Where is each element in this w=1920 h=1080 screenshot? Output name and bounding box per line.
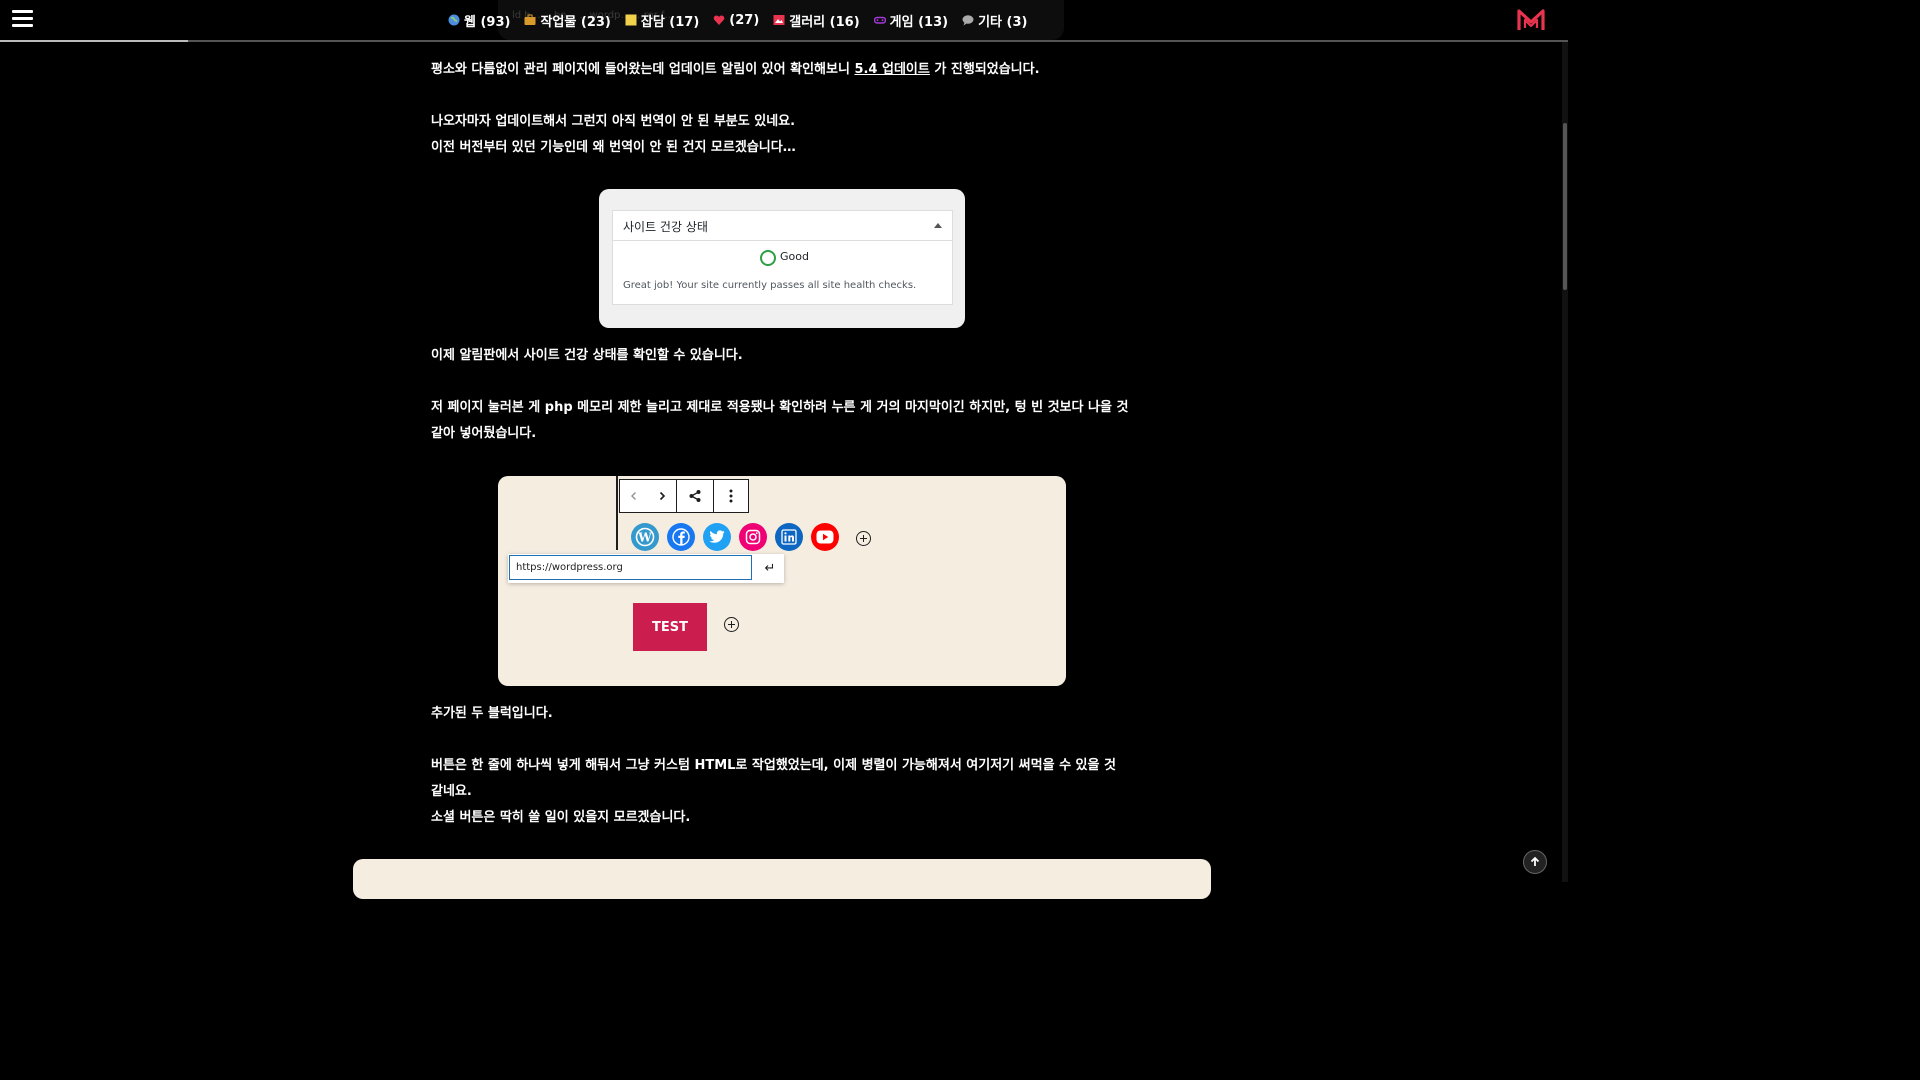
top-navbar: ld b… …bo… …wordp… …ror f… 웹 (93) 작업물 (2…	[0, 0, 1568, 40]
paragraph-update-notice: 평소와 다름없이 관리 페이지에 들어왔는데 업데이트 알림이 있어 확인해보니…	[431, 57, 1131, 83]
paragraph-buttons: 버튼은 한 줄에 하나씩 넣게 해둬서 그냥 커스텀 HTML로 작업했었는데,…	[431, 753, 1131, 831]
site-health-widget: 사이트 건강 상태 Good Great job! Your site curr…	[612, 210, 953, 305]
paragraph-line: 나오자마자 업데이트해서 그런지 아직 번역이 안 된 부분도 있네요.	[431, 114, 796, 129]
scrollbar-thumb[interactable]	[1563, 123, 1567, 290]
scroll-to-top-button[interactable]	[1523, 850, 1547, 874]
paragraph-text: 가 진행되었습니다.	[929, 62, 1040, 77]
nav-item-gallery[interactable]: 갤러리 (16)	[773, 11, 860, 30]
chevron-left-icon[interactable]	[620, 480, 648, 512]
reading-progress-bar	[0, 40, 188, 42]
wordpress-icon[interactable]: W	[631, 523, 659, 551]
paragraph-added-blocks: 추가된 두 블럭입니다.	[431, 706, 553, 721]
site-logo-icon[interactable]	[1517, 8, 1545, 32]
test-button[interactable]: TEST	[633, 603, 707, 651]
add-button-icon[interactable]	[724, 617, 739, 632]
svg-text:W: W	[637, 531, 652, 545]
widget-header[interactable]: 사이트 건강 상태	[613, 211, 952, 241]
paragraph-php-memory: 저 페이지 눌러본 게 php 메모리 제한 늘리고 제대로 적용됐나 확인하려…	[431, 400, 1129, 441]
briefcase-icon	[524, 14, 536, 25]
nav-item-game[interactable]: 게임 (13)	[873, 11, 949, 30]
reading-progress-track	[0, 40, 1568, 42]
gamepad-icon	[873, 16, 886, 24]
paragraph-dashboard: 이제 알림판에서 사이트 건강 상태를 확인할 수 있습니다.	[431, 348, 743, 363]
facebook-icon[interactable]	[667, 523, 695, 551]
nav-item-works[interactable]: 작업물 (23)	[524, 11, 611, 30]
url-input[interactable]	[509, 555, 752, 580]
widget-title: 사이트 건강 상태	[623, 220, 708, 234]
health-status: Good	[780, 250, 809, 263]
nav-label: 게임 (13)	[889, 14, 949, 30]
share-icon[interactable]	[677, 480, 713, 512]
nav-label: 잡담 (17)	[640, 14, 700, 30]
update-link[interactable]: 5.4 업데이트	[854, 62, 929, 77]
nav-label: 기타 (3)	[978, 14, 1028, 30]
picture-icon	[773, 15, 785, 25]
nav-label: 작업물 (23)	[540, 14, 611, 30]
nav-label: (27)	[729, 12, 760, 28]
paragraph-line: 이전 버전부터 있던 기능인데 왜 번역이 안 된 건지 모르겠습니다…	[431, 140, 796, 155]
next-screenshot-card	[353, 859, 1211, 899]
globe-icon	[448, 14, 460, 26]
nav-item-etc[interactable]: 기타 (3)	[962, 11, 1027, 30]
chevron-right-icon[interactable]	[648, 480, 676, 512]
nav-label: 갤러리 (16)	[789, 14, 860, 30]
paragraph-line: 소셜 버튼은 딱히 쓸 일이 있을지 모르겠습니다.	[431, 810, 691, 825]
nav-item-hearts[interactable]: (27)	[713, 13, 759, 28]
add-social-icon[interactable]	[856, 531, 871, 546]
category-nav: 웹 (93) 작업물 (23) 잡담 (17) (27) 갤러리 (16) 게임…	[448, 0, 1027, 40]
nav-item-chat[interactable]: 잡담 (17)	[625, 11, 699, 30]
paragraph-text: 평소와 다름없이 관리 페이지에 들어왔는데 업데이트 알림이 있어 확인해보니	[431, 62, 855, 77]
caret-up-icon[interactable]	[934, 223, 942, 228]
site-health-screenshot: 사이트 건강 상태 Good Great job! Your site curr…	[599, 189, 965, 328]
more-options-icon[interactable]	[714, 480, 748, 512]
health-message: Great job! Your site currently passes al…	[623, 280, 917, 291]
sticky-note-icon	[625, 14, 637, 26]
link-popover: ↵	[508, 554, 784, 583]
nav-item-web[interactable]: 웹 (93)	[448, 11, 510, 30]
paragraph-line: 버튼은 한 줄에 하나씩 넣게 해둬서 그냥 커스텀 HTML로 작업했었는데,…	[431, 758, 1116, 799]
twitter-icon[interactable]	[703, 523, 731, 551]
hearts-icon	[713, 15, 725, 25]
block-toolbar	[619, 479, 749, 513]
instagram-icon[interactable]	[739, 523, 767, 551]
status-circle-icon	[760, 250, 776, 266]
youtube-icon[interactable]	[811, 523, 839, 551]
block-editor-screenshot: W ↵ TEST	[498, 476, 1066, 686]
hamburger-menu-icon[interactable]	[12, 10, 33, 28]
linkedin-icon[interactable]	[775, 523, 803, 551]
enter-return-icon[interactable]: ↵	[760, 559, 780, 577]
block-selection-line	[616, 476, 618, 550]
paragraph-translation: 나오자마자 업데이트해서 그런지 아직 번역이 안 된 부분도 있네요. 이전 …	[431, 109, 1131, 161]
speech-bubble-icon	[962, 15, 974, 26]
arrow-up-icon	[1530, 856, 1540, 866]
nav-label: 웹 (93)	[464, 14, 511, 30]
